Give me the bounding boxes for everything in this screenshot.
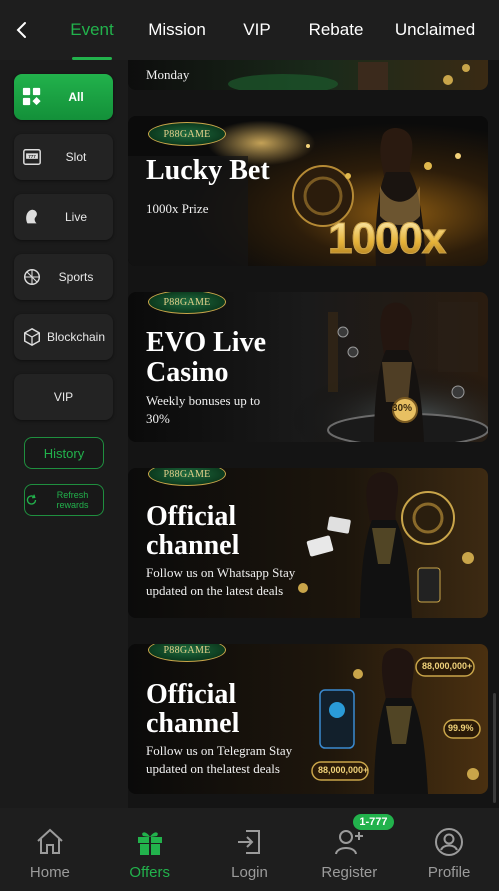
- category-label: Sports: [58, 270, 94, 284]
- promo-banner-lucky-bet[interactable]: P88GAME Lucky Bet 1000x Prize 1000x: [128, 116, 488, 266]
- back-button[interactable]: [0, 0, 44, 60]
- category-vip[interactable]: VIP: [14, 374, 113, 420]
- category-blockchain[interactable]: Blockchain: [14, 314, 113, 360]
- promotions-list: Monday P88GAME Lucky Bet 1000x Prize 100…: [128, 60, 499, 808]
- amount-chip: 88,000,000+: [422, 661, 473, 671]
- banner-subtitle: 1000x Prize: [146, 201, 209, 216]
- brand-logo: P88GAME: [148, 122, 226, 146]
- category-label: All: [68, 90, 84, 104]
- banner-title-line2: channel: [146, 530, 240, 561]
- banner-subtitle-line2: updated on the latest deals: [146, 583, 284, 598]
- sports-ball-icon: [21, 266, 43, 288]
- history-button[interactable]: History: [24, 437, 104, 469]
- all-grid-icon: [21, 86, 43, 108]
- category-label: Live: [64, 210, 87, 224]
- register-bonus-badge: 1-777: [353, 814, 394, 830]
- amount-chip: 88,000,000+: [318, 765, 369, 775]
- category-slot[interactable]: 777 Slot: [14, 134, 113, 180]
- refresh-rewards-button[interactable]: Refresh rewards: [24, 484, 104, 516]
- category-sidebar: All 777 Slot Live Sports Blockchain VIP …: [0, 60, 128, 808]
- gift-icon: [137, 832, 162, 855]
- banner-partial-text: Monday: [146, 67, 190, 82]
- banner-subtitle-line2: updated on thelatest deals: [146, 761, 280, 776]
- banner-title-line1: EVO Live: [146, 327, 266, 358]
- banner-title-line1: Official: [146, 679, 237, 710]
- home-icon: [37, 828, 63, 854]
- promo-banner-whatsapp-channel[interactable]: P88GAME Official channel Follow us on Wh…: [128, 468, 488, 618]
- tab-mission[interactable]: Mission: [140, 0, 214, 60]
- profile-icon: [435, 828, 464, 856]
- banner-multiplier-badge: 1000x: [327, 214, 446, 264]
- nav-profile[interactable]: Profile: [399, 808, 499, 891]
- banner-title-line2: channel: [146, 708, 240, 739]
- nav-label: Offers: [129, 864, 170, 881]
- promo-banner-telegram-channel[interactable]: P88GAME Official channel Follow us on Te…: [128, 644, 488, 794]
- nav-label: Home: [29, 864, 70, 881]
- bonus-chip-label: 30%: [392, 403, 413, 414]
- top-header: Event Mission VIP Rebate Unclaimed: [0, 0, 499, 60]
- tab-rebate[interactable]: Rebate: [300, 0, 372, 60]
- category-label: Slot: [65, 150, 87, 164]
- nav-offers[interactable]: Offers: [100, 808, 200, 891]
- slot-machine-icon: 777: [21, 146, 43, 168]
- nav-register[interactable]: 1-777 Register: [299, 808, 399, 891]
- banner-subtitle-line2: 30%: [146, 411, 170, 426]
- banner-title-line1: Official: [146, 501, 237, 532]
- banner-title: Lucky Bet: [146, 155, 270, 186]
- category-label: VIP: [53, 390, 74, 404]
- login-icon: [238, 830, 261, 854]
- category-sports[interactable]: Sports: [14, 254, 113, 300]
- live-dealer-icon: [21, 206, 43, 228]
- rate-chip: 99.9%: [448, 723, 474, 733]
- scrollbar-thumb[interactable]: [493, 693, 496, 803]
- nav-label: Profile: [427, 864, 471, 881]
- blockchain-cube-icon: [21, 326, 43, 348]
- nav-label: Login: [231, 864, 268, 881]
- category-label: Blockchain: [46, 330, 106, 344]
- nav-label: Register: [321, 864, 378, 881]
- banner-subtitle-line1: Follow us on Telegram Stay: [146, 743, 293, 758]
- bottom-nav: Home Offers Login 1-777 Register Profile: [0, 808, 499, 891]
- promo-banner-evo-live-casino[interactable]: P88GAME EVO Live Casino Weekly bonuses u…: [128, 292, 488, 442]
- banner-title-line2: Casino: [146, 357, 229, 388]
- banner-subtitle-line1: Weekly bonuses up to: [146, 393, 261, 408]
- category-all[interactable]: All: [14, 74, 113, 120]
- chevron-left-icon: [16, 22, 26, 38]
- tab-unclaimed[interactable]: Unclaimed: [380, 0, 490, 60]
- banner-subtitle-line1: Follow us on Whatsapp Stay: [146, 565, 296, 580]
- add-user-icon: [335, 830, 364, 855]
- refresh-label: Refresh rewards: [56, 490, 89, 510]
- event-tabs: Event Mission VIP Rebate Unclaimed: [44, 0, 490, 60]
- promo-banner-monday[interactable]: Monday: [128, 60, 488, 90]
- tab-vip[interactable]: VIP: [214, 0, 300, 60]
- nav-login[interactable]: Login: [200, 808, 300, 891]
- refresh-icon: [26, 494, 37, 505]
- tab-event[interactable]: Event: [42, 0, 142, 60]
- nav-home[interactable]: Home: [0, 808, 100, 891]
- svg-text:777: 777: [28, 154, 36, 159]
- category-live[interactable]: Live: [14, 194, 113, 240]
